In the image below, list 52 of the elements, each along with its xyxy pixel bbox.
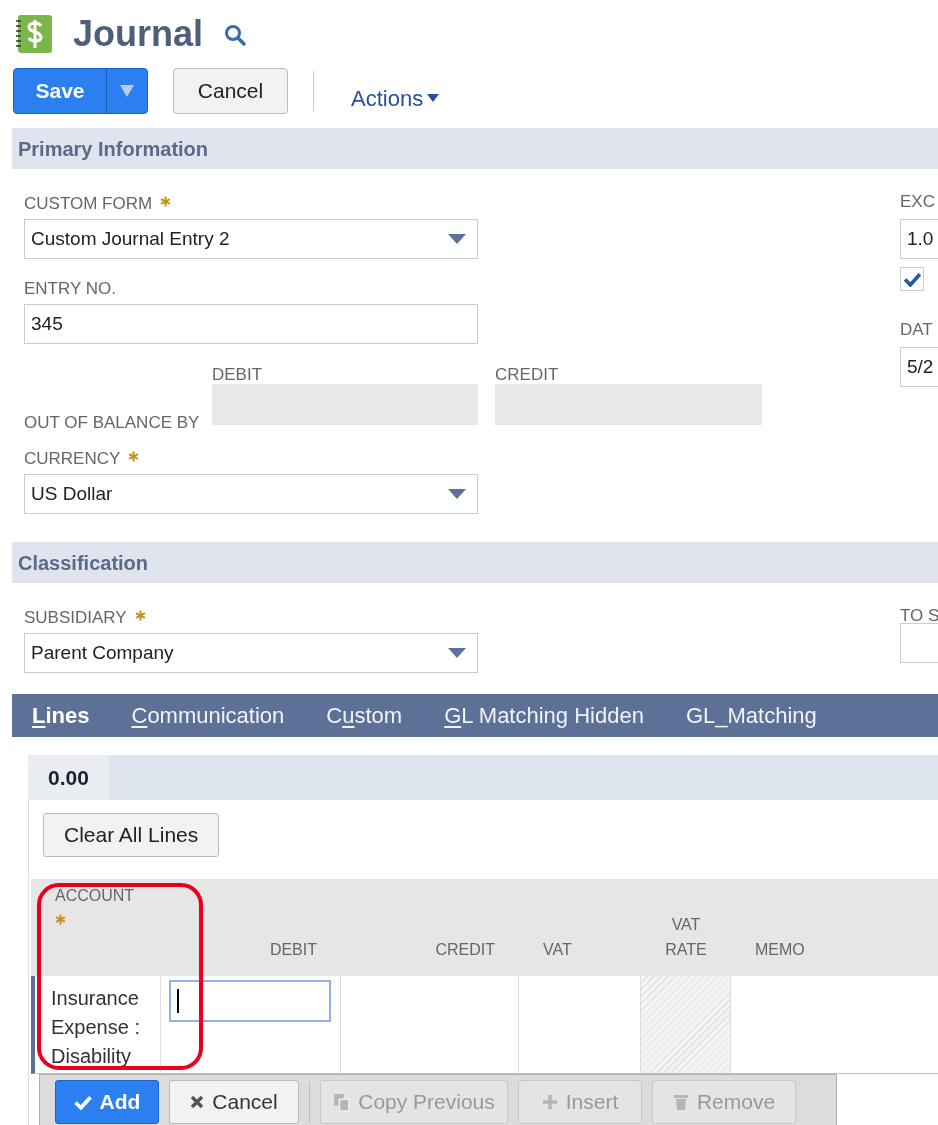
page-title: Journal	[73, 12, 204, 56]
field-label: OUT OF BALANCE BY	[24, 412, 200, 434]
dropdown-field[interactable]: Custom Journal Entry 2	[24, 219, 478, 259]
plus-icon	[541, 1094, 558, 1110]
caret-icon	[447, 647, 467, 659]
dropdown-field[interactable]: Parent Company	[24, 633, 478, 673]
column-header: CREDIT	[435, 940, 495, 960]
field-label: DEBIT	[212, 364, 263, 386]
field-label: ENTRY NO.	[24, 279, 116, 297]
copy-icon	[333, 1092, 351, 1112]
caret-icon	[447, 233, 467, 245]
column-header: VAT	[543, 940, 572, 960]
section-header: Primary Information	[12, 128, 938, 169]
tab[interactable]: GL Matching Hidden	[444, 694, 644, 737]
clear-all-lines-button[interactable]: Clear All Lines	[43, 813, 220, 857]
subtab[interactable]: 0.00	[28, 755, 109, 800]
line-button[interactable]: Add	[55, 1080, 159, 1124]
cancel-button[interactable]: Cancel	[173, 68, 288, 114]
field-label: CUSTOM FORM	[24, 194, 153, 212]
checkbox[interactable]	[900, 267, 924, 291]
journal-icon	[15, 14, 53, 54]
table-cell-text: Insurance Expense : Disability	[51, 986, 141, 1069]
column-header: VAT RATE	[664, 915, 708, 960]
input-field[interactable]: 1.0	[900, 219, 938, 259]
search-icon[interactable]	[223, 23, 248, 47]
tab[interactable]: Lines	[32, 694, 90, 737]
x-icon	[190, 1095, 205, 1109]
dropdown-field[interactable]: US Dollar	[24, 474, 478, 514]
column-header: DEBIT	[269, 940, 317, 960]
column-header: ACCOUNT	[55, 886, 135, 906]
field-label: TO S	[900, 607, 938, 627]
field-label: SUBSIDIARY	[24, 608, 127, 626]
field-label: DAT	[900, 321, 934, 341]
caret-icon	[447, 488, 467, 500]
line-button[interactable]: Cancel	[169, 1080, 299, 1124]
section-header: Classification	[12, 542, 938, 583]
trash-icon	[672, 1093, 689, 1111]
input-field[interactable]: 5/2	[900, 347, 938, 387]
input-field[interactable]: 345	[24, 304, 478, 344]
caret-icon	[427, 94, 440, 102]
tab[interactable]: Custom	[326, 694, 403, 737]
actions-menu[interactable]: Actions	[351, 81, 440, 115]
text-cursor	[177, 989, 179, 1013]
caret-icon	[120, 85, 134, 97]
field-label: CREDIT	[495, 364, 559, 386]
field-label: CURRENCY	[24, 449, 121, 467]
tab[interactable]: GL_Matching	[685, 694, 817, 737]
column-header: MEMO	[755, 940, 805, 960]
field-label: EXC	[900, 193, 936, 213]
tab[interactable]: Communication	[131, 694, 285, 737]
check-icon	[73, 1094, 92, 1110]
input-field[interactable]	[169, 980, 331, 1022]
